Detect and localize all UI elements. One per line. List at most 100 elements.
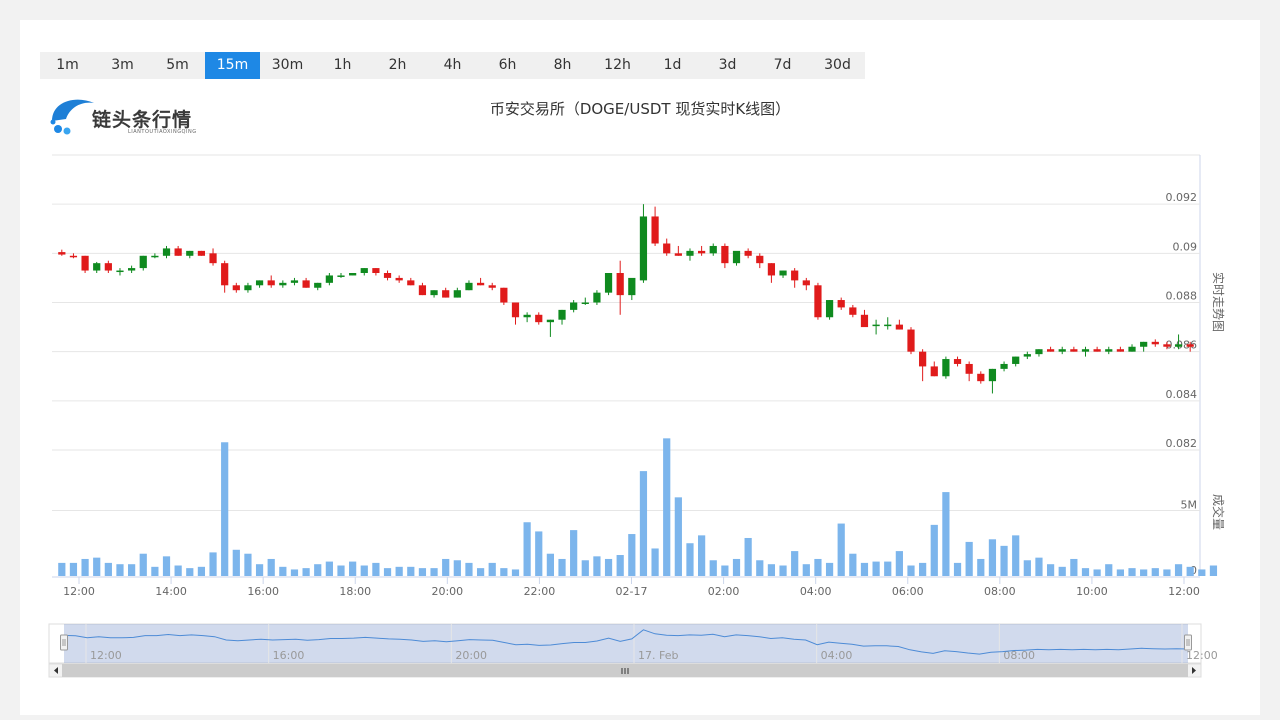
volume-bar xyxy=(93,557,101,576)
candle-body xyxy=(221,263,229,286)
navigator-tick-label: 16:00 xyxy=(273,649,305,662)
candle-body xyxy=(942,359,950,377)
volume-bar xyxy=(535,531,543,576)
candle-body xyxy=(1105,349,1113,352)
volume-bar xyxy=(628,534,636,576)
navigator-left-handle[interactable] xyxy=(60,634,68,651)
volume-bar xyxy=(977,558,985,576)
candle-body xyxy=(558,309,566,320)
candle-body xyxy=(1116,349,1124,352)
volume-bar xyxy=(151,566,159,576)
navigator-tick-label: 17. Feb xyxy=(638,649,678,662)
volume-bar xyxy=(767,564,776,576)
candle-body xyxy=(570,302,578,310)
candle-body xyxy=(337,275,345,277)
navigator-tick-label: 04:00 xyxy=(821,649,853,662)
volume-bar xyxy=(197,566,206,576)
volume-bar xyxy=(663,438,671,576)
volume-bar xyxy=(1000,545,1008,576)
candle-body xyxy=(953,359,962,364)
price-axis-label: 实时走势图 xyxy=(1211,272,1226,332)
volume-bar xyxy=(1186,566,1194,576)
volume-bar xyxy=(1174,564,1183,576)
volume-bar xyxy=(360,565,368,576)
candle-body xyxy=(663,243,671,254)
candle-body xyxy=(802,280,810,286)
candle-body xyxy=(1093,349,1101,352)
candle-body xyxy=(674,253,682,256)
candle-body xyxy=(779,270,787,276)
candle-body xyxy=(197,250,206,256)
kline-chart: 0.0920.090.0880.0860.0840.082实时走势图5M0成交量… xyxy=(48,154,1226,678)
navigator-tick-label: 12:00 xyxy=(1186,649,1218,662)
volume-bar xyxy=(709,560,717,576)
volume-bar xyxy=(174,565,182,576)
volume-axis-label: 成交量 xyxy=(1211,494,1226,530)
candle-body xyxy=(593,292,601,303)
volume-bar xyxy=(837,523,845,576)
candle-body xyxy=(767,263,776,276)
candle-body xyxy=(732,250,741,264)
candle-body xyxy=(1023,354,1031,357)
candle-body xyxy=(93,263,101,271)
volume-bar xyxy=(756,560,764,576)
candle-body xyxy=(162,248,171,256)
candle-body xyxy=(314,282,322,288)
candle-body xyxy=(128,268,136,271)
volume-bar xyxy=(442,558,450,576)
volume-bar xyxy=(895,551,903,576)
candle-body xyxy=(383,273,392,278)
volume-bar xyxy=(1198,569,1206,576)
navigator-tick-label: 12:00 xyxy=(90,649,122,662)
x-tick-label: 06:00 xyxy=(892,585,924,598)
candle-body xyxy=(58,252,66,255)
x-tick-label: 22:00 xyxy=(524,585,556,598)
volume-bar xyxy=(1035,557,1043,576)
x-tick-label: 02-17 xyxy=(616,585,648,598)
volume-bar xyxy=(81,558,89,576)
candle-body xyxy=(174,248,182,256)
volume-bar xyxy=(1163,569,1171,576)
candle-body xyxy=(651,216,659,244)
volume-bar xyxy=(349,561,357,576)
candle-body xyxy=(884,324,892,327)
candle-body xyxy=(1186,344,1194,347)
candle-body xyxy=(988,368,997,382)
volume-bar xyxy=(1116,569,1124,576)
volume-bar xyxy=(849,553,857,576)
candle-body xyxy=(930,366,938,377)
volume-bar xyxy=(523,522,531,576)
candle-body xyxy=(1081,349,1090,352)
candle-body xyxy=(721,245,729,264)
volume-bar xyxy=(965,541,973,576)
candle-body xyxy=(698,250,706,254)
volume-bar xyxy=(825,562,834,576)
volume-bar xyxy=(686,543,694,576)
candle-body xyxy=(255,280,264,286)
volume-bar xyxy=(616,555,624,576)
candle-body xyxy=(465,282,473,291)
volume-bar xyxy=(907,565,915,576)
price-tick-label: 0.092 xyxy=(1166,191,1198,204)
candle-body xyxy=(1163,344,1171,347)
navigator-right-handle[interactable] xyxy=(1184,634,1192,651)
volume-bar xyxy=(314,564,322,576)
candle-body xyxy=(616,273,624,296)
candle-body xyxy=(186,250,194,256)
candle-body xyxy=(977,373,985,382)
candle-body xyxy=(1046,349,1055,352)
candle-body xyxy=(500,287,508,303)
candle-body xyxy=(1000,363,1008,369)
candle-body xyxy=(1012,356,1020,364)
volume-bar xyxy=(930,524,938,576)
volume-bar xyxy=(453,560,461,576)
candle-body xyxy=(837,300,845,308)
volume-bar xyxy=(290,569,299,576)
candle-body xyxy=(476,282,485,286)
candle-body xyxy=(895,324,903,330)
volume-bar xyxy=(570,530,578,576)
candle-body xyxy=(686,250,694,256)
volume-bar xyxy=(418,568,427,576)
candle-body xyxy=(139,255,147,269)
volume-bar xyxy=(791,551,799,576)
